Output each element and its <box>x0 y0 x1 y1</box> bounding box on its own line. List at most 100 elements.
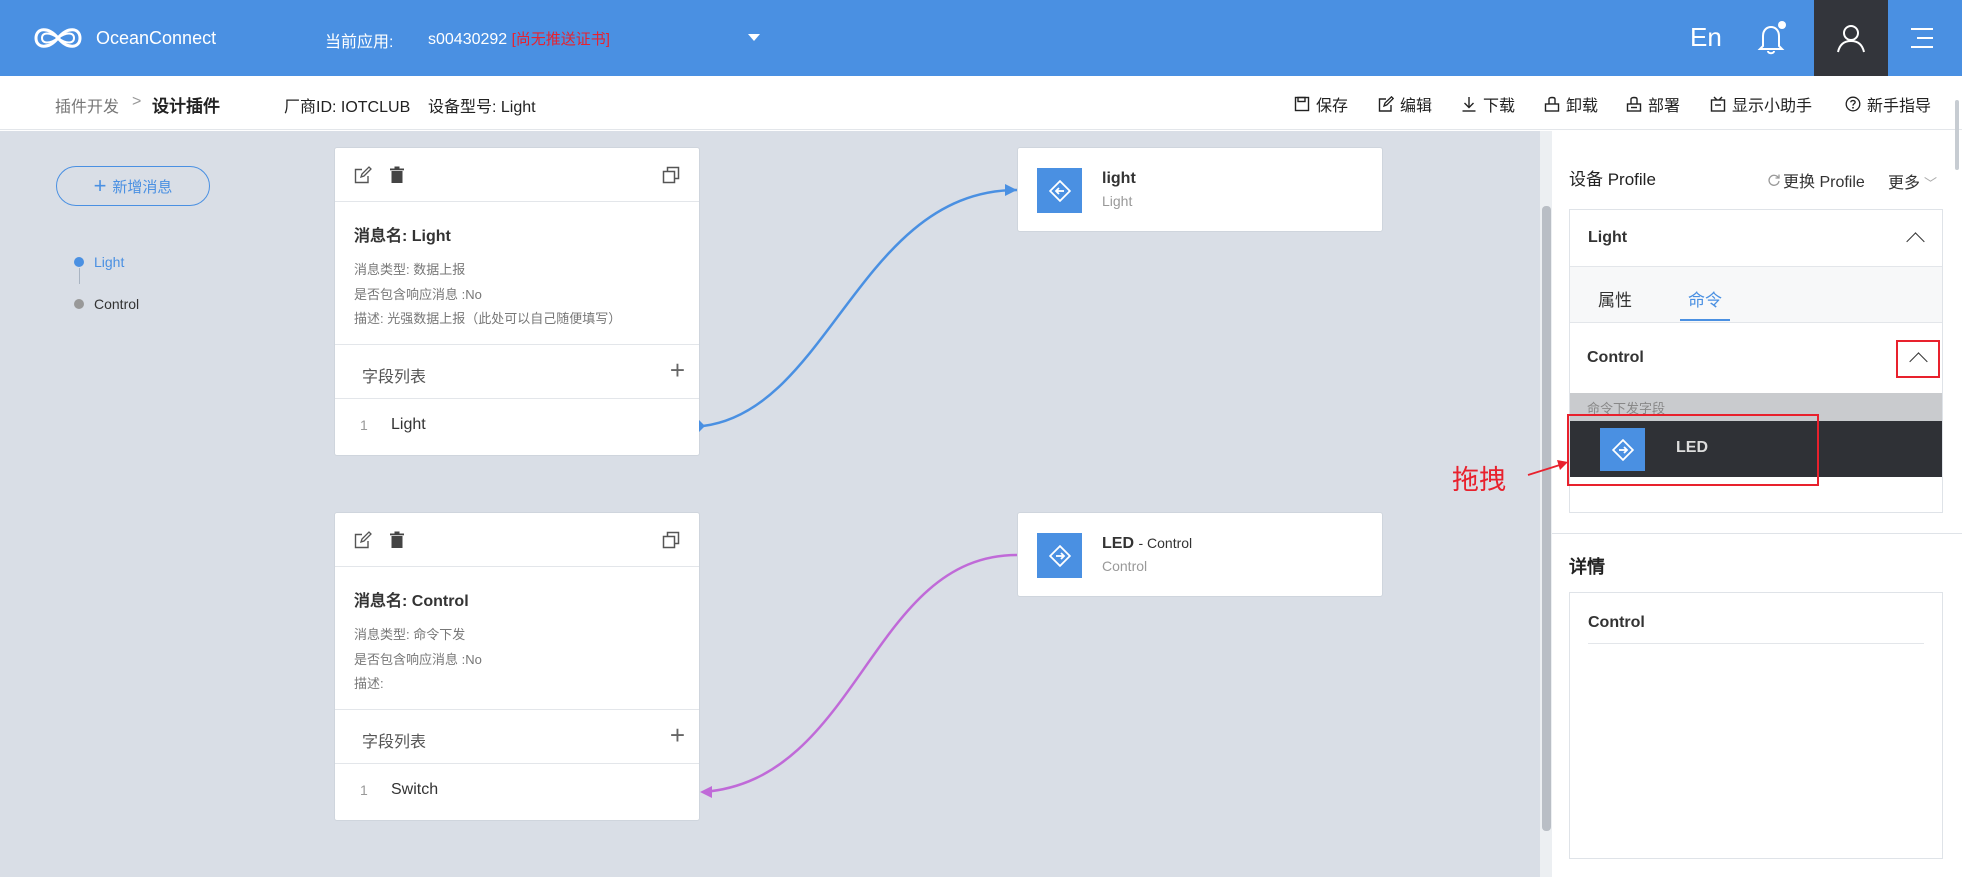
command-title: LED - Control <box>1102 535 1192 553</box>
field-row[interactable]: 1 Switch <box>335 764 699 818</box>
property-icon-box <box>1037 168 1082 213</box>
design-canvas[interactable] <box>0 131 1540 877</box>
vendor-id: 厂商ID: IOTCLUB <box>284 99 411 116</box>
edit-button[interactable]: 编辑 <box>1378 92 1432 116</box>
field-list-header: 字段列表 + <box>335 709 699 764</box>
trash-icon[interactable] <box>389 531 405 549</box>
message-response: 是否包含响应消息 :No <box>354 287 482 302</box>
breadcrumb-separator-icon: > <box>132 93 142 110</box>
collapse-caret-icon[interactable] <box>1906 232 1925 251</box>
message-type: 消息类型: 数据上报 <box>354 262 466 277</box>
more-dropdown[interactable]: 更多 ﹀ <box>1888 169 1937 193</box>
user-account-button[interactable] <box>1814 0 1888 76</box>
command-service: Control <box>1102 558 1148 574</box>
save-label: 保存 <box>1316 98 1349 115</box>
save-button[interactable]: 保存 <box>1294 92 1348 116</box>
tree-dot-icon <box>74 299 84 309</box>
profile-command-card-led[interactable]: LED - Control Control <box>1017 512 1383 597</box>
plus-icon: + <box>93 173 107 198</box>
active-tab-underline <box>1680 319 1730 321</box>
service-name: Light <box>1588 229 1628 246</box>
panel-scrollbar-thumb[interactable] <box>1955 100 1959 170</box>
change-profile-button[interactable]: 更换 Profile <box>1767 168 1865 192</box>
field-name: Switch <box>391 781 439 798</box>
add-message-button[interactable]: + 新增消息 <box>56 166 210 206</box>
property-service: Light <box>1102 193 1133 209</box>
command-header[interactable]: Control <box>1570 323 1942 393</box>
detail-value: Control <box>1588 614 1645 631</box>
command-icon-box <box>1037 533 1082 578</box>
deploy-label: 部署 <box>1648 98 1681 115</box>
detail-divider <box>1588 643 1924 644</box>
edit-label: 编辑 <box>1400 98 1433 115</box>
tree-item-label: Control <box>94 296 140 312</box>
beginner-guide-label: 新手指导 <box>1867 98 1932 115</box>
command-name: Control <box>1587 349 1644 366</box>
message-name: 消息名: Light <box>354 228 451 245</box>
detail-title: 详情 <box>1569 557 1605 577</box>
profile-property-card-light[interactable]: light Light <box>1017 147 1383 232</box>
message-tree-item-light[interactable]: Light <box>74 254 124 270</box>
add-field-plus-icon[interactable]: + <box>670 355 685 386</box>
add-field-plus-icon[interactable]: + <box>670 720 685 751</box>
edit-icon[interactable] <box>354 166 372 184</box>
device-model: 设备型号: Light <box>428 99 536 116</box>
card-icon-bar <box>335 148 699 202</box>
field-row[interactable]: 1 Light <box>335 399 699 453</box>
message-description: 描述: <box>354 676 384 691</box>
field-list-title: 字段列表 <box>362 734 427 751</box>
restore-window-icon[interactable] <box>662 166 680 184</box>
save-icon <box>1294 96 1310 112</box>
breadcrumb-plugin-dev[interactable]: 插件开发 <box>55 93 119 117</box>
command-collapse-button[interactable] <box>1896 340 1940 378</box>
message-tree-item-control[interactable]: Control <box>74 296 139 312</box>
chevron-down-icon: ﹀ <box>1924 176 1938 191</box>
canvas-scrollbar-thumb[interactable] <box>1542 206 1551 831</box>
more-label: 更多 <box>1888 175 1921 192</box>
property-name: light <box>1102 170 1136 187</box>
help-circle-icon <box>1845 96 1861 112</box>
show-assistant-label: 显示小助手 <box>1732 98 1813 115</box>
brand-name: OceanConnect <box>96 27 217 48</box>
property-title: light <box>1102 170 1136 188</box>
app-dropdown-caret-icon[interactable] <box>748 34 760 41</box>
tree-item-label: Light <box>94 254 125 270</box>
download-label: 下载 <box>1483 98 1516 115</box>
change-profile-label: 更换 Profile <box>1783 174 1865 191</box>
edit-icon[interactable] <box>354 531 372 549</box>
field-index: 1 <box>360 417 368 433</box>
uninstall-button[interactable]: 卸载 <box>1544 92 1598 116</box>
deploy-button[interactable]: 部署 <box>1626 92 1680 116</box>
bell-icon[interactable] <box>1755 20 1789 56</box>
card-icon-bar <box>335 513 699 567</box>
field-name: Light <box>391 416 426 433</box>
tab-properties[interactable]: 属性 <box>1598 286 1632 311</box>
breadcrumb-current: 设计插件 <box>152 97 220 116</box>
panel-divider <box>1552 533 1962 534</box>
trash-icon[interactable] <box>389 166 405 184</box>
show-assistant-button[interactable]: 显示小助手 <box>1710 92 1812 116</box>
message-card-control: 消息名: Control 消息类型: 命令下发 是否包含响应消息 :No 描述:… <box>334 512 700 821</box>
message-name: 消息名: Control <box>354 593 469 610</box>
beginner-guide-button[interactable]: 新手指导 <box>1845 92 1931 116</box>
drag-annotation-label: 拖拽 <box>1452 465 1506 496</box>
download-button[interactable]: 下载 <box>1461 92 1515 116</box>
command-service-suffix: - Control <box>1138 535 1193 551</box>
refresh-icon <box>1768 174 1780 186</box>
service-header[interactable]: Light <box>1570 210 1942 267</box>
command-field-name: LED <box>1102 535 1134 552</box>
field-list-header: 字段列表 + <box>335 344 699 399</box>
diamond-arrow-right-icon <box>1048 544 1071 567</box>
language-switch[interactable]: En <box>1690 22 1722 53</box>
current-app-selector[interactable]: s00430292 [尚无推送证书] <box>428 28 610 49</box>
assistant-tv-icon <box>1710 96 1726 112</box>
app-cert-warning: [尚无推送证书] <box>511 31 610 48</box>
tab-commands[interactable]: 命令 <box>1688 286 1722 311</box>
menu-icon[interactable] <box>1905 24 1939 52</box>
message-response: 是否包含响应消息 :No <box>354 652 482 667</box>
collapse-caret-icon <box>1909 352 1928 371</box>
user-icon <box>1837 25 1865 53</box>
detail-box: Control <box>1569 592 1943 859</box>
restore-window-icon[interactable] <box>662 531 680 549</box>
brand-logo[interactable]: OceanConnect <box>30 18 216 58</box>
